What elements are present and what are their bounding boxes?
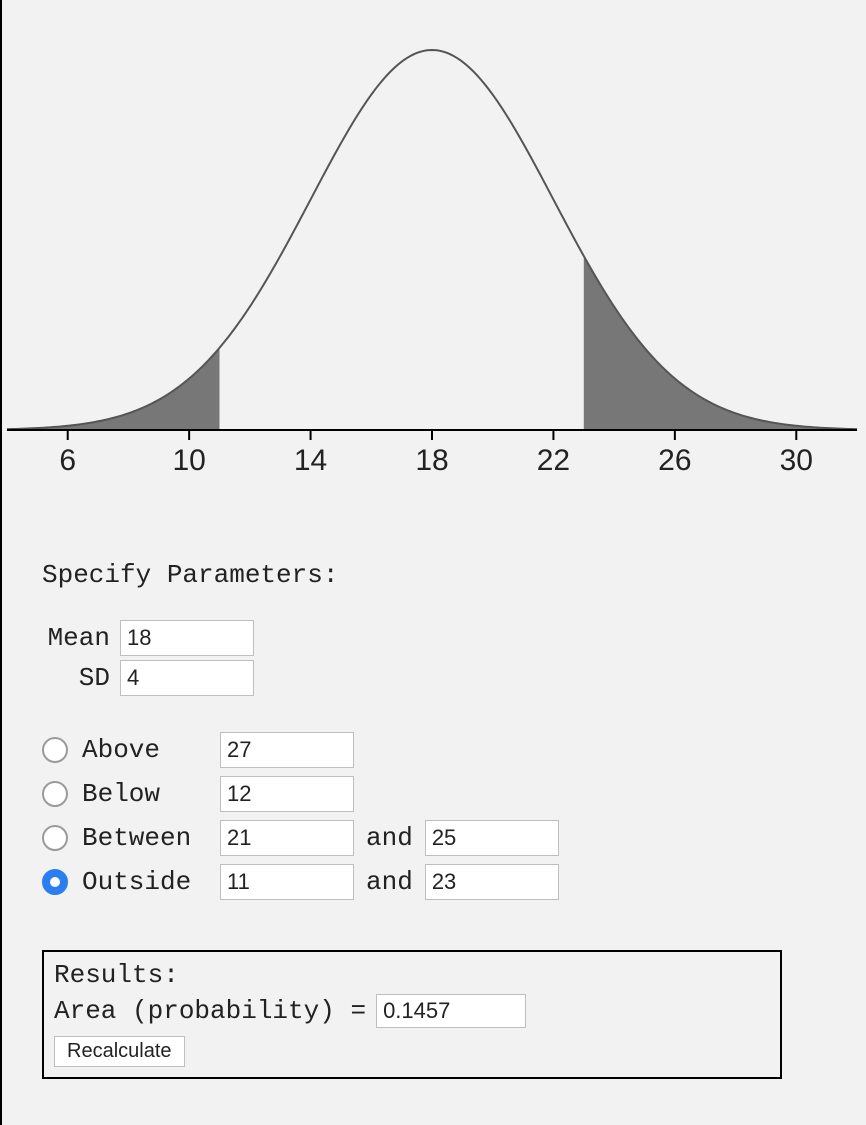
- mean-label: Mean: [42, 623, 120, 653]
- radio-outside[interactable]: [42, 869, 68, 895]
- area-label: Area (probability) =: [54, 996, 366, 1026]
- outside-b-input[interactable]: 23: [425, 864, 559, 900]
- between-and-label: and: [366, 823, 413, 853]
- svg-text:26: 26: [658, 444, 691, 477]
- below-label: Below: [82, 779, 220, 809]
- svg-text:14: 14: [294, 444, 327, 477]
- below-input[interactable]: 12: [220, 776, 354, 812]
- radio-between[interactable]: [42, 825, 68, 851]
- svg-text:18: 18: [415, 444, 448, 477]
- above-input[interactable]: 27: [220, 732, 354, 768]
- between-a-input[interactable]: 21: [220, 820, 354, 856]
- svg-text:30: 30: [780, 444, 813, 477]
- between-label: Between: [82, 823, 220, 853]
- outside-and-label: and: [366, 867, 413, 897]
- sd-label: SD: [42, 663, 120, 693]
- svg-text:22: 22: [537, 444, 570, 477]
- recalculate-button[interactable]: Recalculate: [54, 1036, 185, 1067]
- parameters-section: Specify Parameters: Mean 18 SD 4: [42, 560, 866, 698]
- radio-above[interactable]: [42, 737, 68, 763]
- results-box: Results: Area (probability) = 0.1457 Rec…: [42, 950, 782, 1079]
- sd-input[interactable]: 4: [120, 660, 254, 696]
- results-title: Results:: [54, 960, 770, 990]
- region-options: Above 27 Below 12 Between 21 and 25 Outs…: [42, 728, 866, 904]
- outside-a-input[interactable]: 11: [220, 864, 354, 900]
- above-label: Above: [82, 735, 220, 765]
- radio-below[interactable]: [42, 781, 68, 807]
- parameters-title: Specify Parameters:: [42, 560, 866, 590]
- normal-distribution-chart: 6 10 14 18 22 26 30: [7, 20, 857, 490]
- area-output[interactable]: 0.1457: [376, 994, 526, 1028]
- between-b-input[interactable]: 25: [425, 820, 559, 856]
- outside-label: Outside: [82, 867, 220, 897]
- svg-text:6: 6: [59, 444, 76, 477]
- svg-text:10: 10: [172, 444, 205, 477]
- mean-input[interactable]: 18: [120, 620, 254, 656]
